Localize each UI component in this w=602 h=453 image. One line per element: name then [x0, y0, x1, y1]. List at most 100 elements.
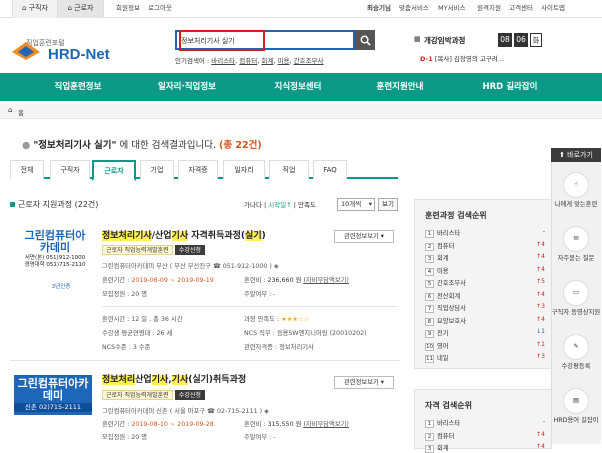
quick-item-video[interactable]: ▭ 구직자 동영상지원: [551, 280, 601, 317]
opening-news[interactable]: D-1 [복사] 김장영의 고구려...: [420, 53, 504, 63]
sort-start-date[interactable]: 시작일↑: [268, 201, 291, 209]
related-info-label: 관련정보보기: [344, 379, 379, 386]
tab-all[interactable]: 전체: [10, 160, 44, 179]
title-mid: 산업: [135, 375, 152, 385]
rank-row[interactable]: 11 네일 ↑3: [425, 353, 545, 363]
nav-training-info[interactable]: 직업훈련정보: [28, 73, 128, 101]
rank-row[interactable]: 10 영어 ↑1: [425, 341, 545, 351]
tab-worker-result[interactable]: 근로자: [92, 160, 136, 181]
training-rank-title: 훈련과정 검색순위: [425, 211, 487, 220]
custom-service-link[interactable]: 맞춤서비스: [399, 0, 429, 18]
nav-training-support[interactable]: 훈련지원안내: [350, 73, 450, 101]
fee-label: 훈련비 :: [244, 421, 266, 428]
popular-keyword[interactable]: 컴퓨터: [239, 57, 257, 65]
course-fee: 훈련비 : 236,660 원 (자비부담액보기): [244, 275, 349, 284]
course-org: 그린컴퓨터아카데미 부산 ( 부산 부산진구 ☎ 051-912-1000 ) …: [102, 261, 279, 270]
rank-row[interactable]: 9 전기 ↓1: [425, 328, 545, 338]
quick-item-review[interactable]: ✎ 수강평등록: [551, 334, 601, 371]
academy-name: 그린컴퓨터아카데미: [17, 378, 89, 402]
sort-satisfaction[interactable]: 만족도: [298, 201, 316, 209]
search-icon: [360, 35, 371, 46]
quick-item-recommend[interactable]: ☝ 나에게 맞는훈련: [551, 172, 601, 209]
fee-note-link[interactable]: (자비부담액보기): [303, 421, 348, 428]
popular-keyword[interactable]: 회계: [261, 57, 273, 65]
title-end: (실기)취득과정: [188, 375, 247, 385]
course-logo[interactable]: 그린컴퓨터아카데미 신촌 02)715-2111: [14, 375, 92, 415]
rank-row[interactable]: 1 바리스타 -: [425, 418, 545, 428]
logo-title[interactable]: HRD-Net: [48, 46, 110, 63]
course-badges: 근로자 직업능력개발훈련 수강신청: [102, 245, 205, 255]
popular-keyword[interactable]: 바리스타: [211, 57, 235, 65]
course-title[interactable]: 정보처리기사/산업기사 자격취득과정(실기): [102, 228, 266, 241]
rank-change: -: [542, 228, 545, 235]
rank-label: 직업상담사: [437, 305, 466, 312]
rank-row[interactable]: 4 미용 ↑4: [425, 266, 545, 276]
tab-jobseeker-result[interactable]: 구직자: [50, 160, 90, 179]
home-icon[interactable]: ⌂: [8, 106, 12, 114]
title-highlight: 기사: [171, 375, 189, 385]
rank-number: 11: [425, 355, 434, 363]
rank-label: 전산회계: [437, 292, 461, 300]
course-logo[interactable]: 그린컴퓨터아카데미 서면(본) 051)912-1000 경영대학 051)71…: [20, 230, 90, 268]
rank-row[interactable]: 2 컴퓨터 ↑4: [425, 431, 545, 441]
chevron-down-icon: ▾: [368, 200, 372, 208]
tab-jobs[interactable]: 일자리: [223, 160, 265, 179]
course-type-badge: 근로자 직업능력개발훈련: [102, 245, 173, 255]
map-icon[interactable]: ◈: [264, 408, 269, 415]
related-info-button[interactable]: 관련정보보기 ▾: [334, 376, 394, 389]
sort-bar: 가나다 | 시작일↑ | 만족도: [244, 201, 316, 209]
rank-row[interactable]: 3 회계 ↑4: [425, 443, 545, 453]
related-info-label: 관련정보보기: [344, 233, 379, 240]
map-icon[interactable]: ◈: [274, 263, 279, 270]
result-query: 정보처리기사 실기: [38, 140, 112, 151]
nav-knowledge-center[interactable]: 지식정보센터: [248, 73, 348, 101]
rank-row[interactable]: 2 컴퓨터 ↑4: [425, 241, 545, 251]
nav-job-info[interactable]: 일자리·직업정보: [132, 73, 242, 101]
tab-company[interactable]: 기업: [140, 160, 174, 179]
remote-support-link[interactable]: 원격지원: [477, 0, 501, 18]
quick-item-faq[interactable]: ✉ 자주묻는 질문: [551, 226, 601, 263]
tab-occupation[interactable]: 직업: [269, 160, 309, 179]
customer-center-link[interactable]: 고객센터: [509, 0, 533, 18]
rank-row[interactable]: 8 요양보호사 ↑4: [425, 316, 545, 326]
rank-row[interactable]: 3 회계 ↑4: [425, 253, 545, 263]
rank-label: 회계: [437, 255, 449, 262]
title-highlight: 기사: [151, 375, 169, 385]
sitemap-link[interactable]: 사이트맵: [541, 0, 565, 18]
rank-row[interactable]: 7 직업상담사 ↑3: [425, 303, 545, 313]
tab-worker[interactable]: ⌂ 근로자: [58, 0, 104, 18]
rank-row[interactable]: 5 간호조무사 ↑5: [425, 278, 545, 288]
page-size-select[interactable]: 10개씩 ▾: [337, 198, 375, 211]
fee-note-link[interactable]: (자비부담액보기): [303, 277, 348, 284]
view-button[interactable]: 보기: [378, 198, 398, 211]
my-service-link[interactable]: MY서비스: [438, 0, 466, 18]
quick-item-label: 구직자 동영상지원: [551, 309, 601, 316]
member-info-link[interactable]: 회원정보: [116, 0, 140, 18]
breadcrumb-home[interactable]: 홈: [18, 107, 24, 117]
course-certificate: 관련자격증 : 정보처리기사: [244, 344, 314, 351]
rank-label: 간호조무사: [437, 280, 466, 287]
title-highlight: 기사: [171, 231, 189, 241]
rank-change: ↑3: [536, 353, 545, 360]
quick-item-glossary[interactable]: ▤ HRD용어 길잡이: [551, 388, 601, 425]
rank-row[interactable]: 6 전산회계 ↑4: [425, 291, 545, 301]
certified-badge: 3년인증: [51, 284, 71, 290]
tab-certificate[interactable]: 자격증: [178, 160, 218, 179]
tab-jobseeker[interactable]: ⌂ 구직자: [12, 0, 58, 18]
nav-hrd-guide[interactable]: HRD 길라잡이: [455, 73, 565, 101]
sort-name[interactable]: 가나다: [244, 201, 262, 209]
course-title[interactable]: 정보처리산업기사,기사(실기)취득과정: [102, 372, 246, 385]
related-info-button[interactable]: 관련정보보기 ▾: [334, 230, 394, 243]
popular-keyword[interactable]: 미용: [278, 57, 290, 65]
rank-number: 8: [425, 317, 434, 326]
tab-faq[interactable]: FAQ: [313, 160, 347, 179]
org-text: 그린컴퓨터아카데미 신촌 ( 서울 마포구 ☎ 02-715-2111 ): [102, 408, 263, 415]
popular-keyword[interactable]: 간호조무사: [294, 57, 324, 65]
search-button[interactable]: [355, 30, 375, 50]
enroll-badge: 수강신청: [174, 390, 205, 400]
logout-link[interactable]: 로그아웃: [148, 0, 172, 18]
rank-row[interactable]: 1 바리스타 -: [425, 228, 545, 238]
pencil-icon: ✎: [563, 334, 589, 360]
rank-number: 4: [425, 267, 434, 276]
search-term-highlight: [179, 30, 265, 51]
